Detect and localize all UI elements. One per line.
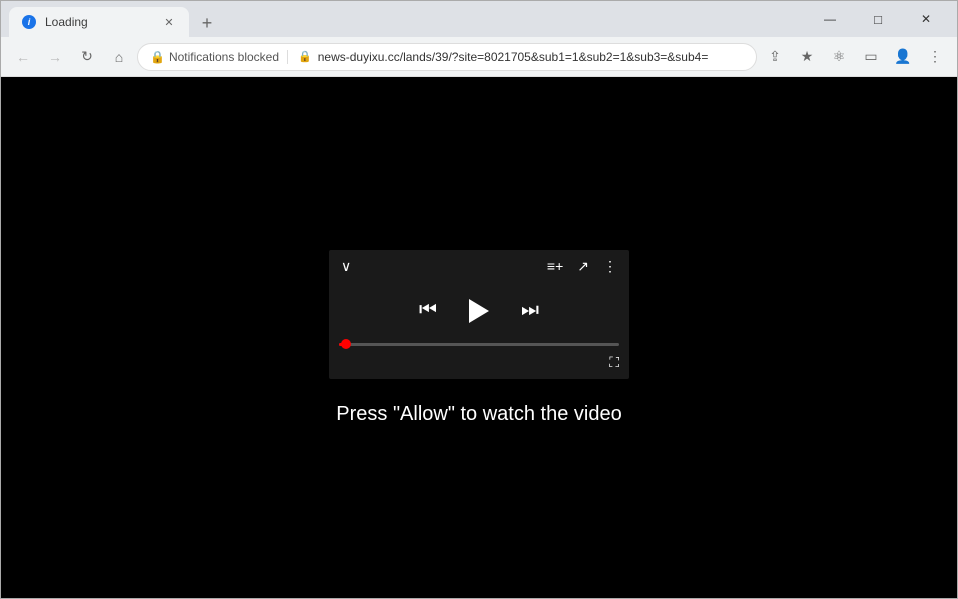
progress-dot [341,339,351,349]
minimize-button[interactable] [807,3,853,35]
close-icon [921,12,931,26]
skip-next-button[interactable]: ⏭ [521,299,539,322]
new-tab-button[interactable]: + [193,9,221,37]
tab-favicon-circle [22,15,36,29]
tab-title: Loading [45,15,153,29]
fullscreen-button[interactable]: ⛶ [609,354,619,371]
page-content: ∨ ≡+ ↗ ⋮ ⏮ ⏭ ⛶ [1,77,957,598]
active-tab[interactable]: Loading ✕ [9,7,189,37]
address-bar[interactable]: 🔒 Notifications blocked 🔒 news-duyixu.cc… [137,43,757,71]
tab-close-button[interactable]: ✕ [161,14,177,30]
close-button[interactable] [903,3,949,35]
title-bar: Loading ✕ + [1,1,957,37]
share-button[interactable]: ⇪ [761,43,789,71]
refresh-button[interactable]: ↻ [73,43,101,71]
allow-message: Press "Allow" to watch the video [336,403,621,426]
extensions-button[interactable]: ⚛ [825,43,853,71]
window-controls [807,3,949,35]
skip-previous-button[interactable]: ⏮ [419,299,437,322]
player-bottom-bar: ⛶ [329,354,629,379]
navigation-bar: ← → ↻ ⌂ 🔒 Notifications blocked 🔒 news-d… [1,37,957,77]
player-right-icons: ≡+ ↗ ⋮ [547,258,617,275]
forward-button[interactable]: → [41,43,69,71]
player-progress[interactable] [329,343,629,354]
home-button[interactable]: ⌂ [105,43,133,71]
video-player: ∨ ≡+ ↗ ⋮ ⏮ ⏭ ⛶ [329,250,629,379]
maximize-button[interactable] [855,3,901,35]
profile-button[interactable]: 👤 [889,43,917,71]
notification-blocked-icon: 🔒 [150,50,165,64]
browser-window: Loading ✕ + ← → ↻ ⌂ 🔒 Notifications blo [0,0,958,599]
notification-blocked-indicator[interactable]: 🔒 Notifications blocked [150,50,288,64]
player-more-icon[interactable]: ⋮ [603,258,617,275]
nav-actions: ⇪ ★ ⚛ ▭ 👤 ⋮ [761,43,949,71]
progress-bar [339,343,619,346]
tab-area: Loading ✕ + [9,1,807,37]
maximize-icon [874,12,882,27]
menu-button[interactable]: ⋮ [921,43,949,71]
url-text: news-duyixu.cc/lands/39/?site=8021705&su… [318,50,744,64]
bookmark-button[interactable]: ★ [793,43,821,71]
play-icon [469,299,489,323]
back-button[interactable]: ← [9,43,37,71]
player-controls: ⏮ ⏭ [329,283,629,343]
play-button[interactable] [469,299,489,323]
player-share-icon[interactable]: ↗ [577,258,589,275]
player-top-bar: ∨ ≡+ ↗ ⋮ [329,250,629,283]
sidebar-button[interactable]: ▭ [857,43,885,71]
player-chevron-down-icon[interactable]: ∨ [341,258,351,275]
lock-icon: 🔒 [298,50,312,63]
minimize-icon [824,12,836,26]
tab-favicon [21,14,37,30]
player-playlist-icon[interactable]: ≡+ [547,258,563,274]
notification-blocked-text: Notifications blocked [169,50,279,64]
